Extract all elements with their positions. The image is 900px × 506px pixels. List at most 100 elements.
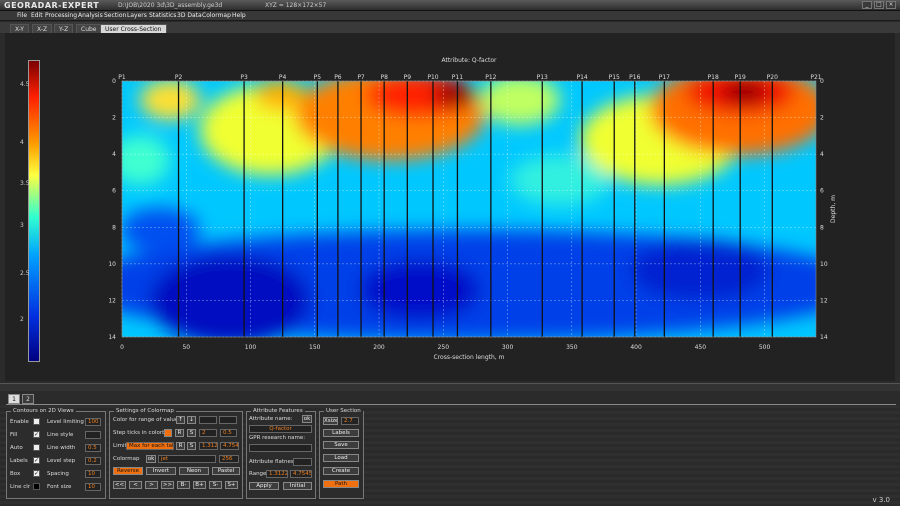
limit-max-field[interactable]: 4.75455 xyxy=(220,442,239,450)
step-b-field[interactable]: 0.5 xyxy=(220,429,237,437)
create-button[interactable]: Create xyxy=(323,467,359,475)
contours-panel-title: Contours on 2D Views xyxy=(11,408,76,414)
heatmap-field xyxy=(122,81,816,337)
contour-option-checkbox[interactable] xyxy=(33,444,40,451)
step-ticks-label: Step ticks in colorbar xyxy=(113,430,172,436)
gpr-research-field[interactable] xyxy=(249,444,312,452)
y-tick-label-left: 8 xyxy=(112,224,116,231)
pastel-button[interactable]: Pastel xyxy=(212,467,240,475)
limit-mode-select[interactable]: Max for each tab xyxy=(126,442,174,450)
y-tick-label-right: 6 xyxy=(820,188,824,195)
colormap-nav-button[interactable]: S+ xyxy=(225,481,238,489)
profile-point-label: P17 xyxy=(659,74,670,81)
x-tick-label: 200 xyxy=(373,344,385,351)
x-tick-label: 450 xyxy=(695,344,707,351)
colormap-nav-button[interactable]: S- xyxy=(209,481,222,489)
y-tick-label-right: 12 xyxy=(820,297,828,304)
colormap-nav-button[interactable]: B+ xyxy=(193,481,206,489)
profile-point-label: P7 xyxy=(357,74,365,81)
attribute-flatness-field[interactable] xyxy=(293,458,312,466)
colormap-nav-button[interactable]: B- xyxy=(177,481,190,489)
user-section-panel-title: User Section xyxy=(324,408,363,414)
y-tick-label-right: 8 xyxy=(820,224,824,231)
colormap-panel-title: Settings of Colormap xyxy=(114,408,176,414)
step-swatch[interactable] xyxy=(164,429,172,437)
profile-point-label: P2 xyxy=(175,74,183,81)
contour-setting-label: Level limiting xyxy=(47,419,84,425)
initial-button[interactable]: Initial xyxy=(283,482,312,490)
chart-title: Attribute: Q-factor xyxy=(441,57,497,64)
page-tab-2[interactable]: 2 xyxy=(22,394,34,404)
attribute-name-field[interactable]: Q-factor xyxy=(249,425,312,433)
status-strip xyxy=(0,383,900,391)
colormap-nav-button[interactable]: > xyxy=(145,481,158,489)
invert-button[interactable]: Invert xyxy=(146,467,176,475)
color-range-field-2[interactable] xyxy=(219,416,237,424)
neon-button[interactable]: Neon xyxy=(179,467,209,475)
contour-setting-field[interactable] xyxy=(85,431,101,439)
profile-point-label: P6 xyxy=(334,74,342,81)
contour-setting-label: Spacing xyxy=(47,471,69,477)
page-tab-1[interactable]: 1 xyxy=(8,394,20,404)
profile-point-label: P1 xyxy=(118,74,126,81)
path-button[interactable]: Path xyxy=(323,480,359,488)
y-tick-label-left: 4 xyxy=(112,151,116,158)
limit-r-button[interactable]: R xyxy=(176,442,185,450)
contour-option-checkbox[interactable]: ✓ xyxy=(33,457,40,464)
contour-option-checkbox[interactable]: ✓ xyxy=(33,431,40,438)
reverse-button[interactable]: Reverse xyxy=(113,467,143,475)
profile-point-label: P5 xyxy=(314,74,322,81)
contour-setting-label: Font size xyxy=(47,484,72,490)
contour-setting-field[interactable]: 10 xyxy=(85,483,101,491)
contour-option-label: Auto xyxy=(10,445,23,451)
y-tick-label-left: 10 xyxy=(108,261,116,268)
contour-option-label: Enable xyxy=(10,419,29,425)
color-range-field[interactable] xyxy=(199,416,217,424)
contour-setting-label: Line width xyxy=(47,445,76,451)
colormap-ok-button[interactable]: ok xyxy=(146,455,156,463)
profile-point-label: P3 xyxy=(240,74,248,81)
colormap-nav-button[interactable]: << xyxy=(113,481,126,489)
attribute-ok-button[interactable]: ok xyxy=(302,415,312,423)
version-label: v 3.0 xyxy=(872,496,891,504)
colormap-n-field[interactable]: 256 xyxy=(219,455,239,463)
limit-s-button[interactable]: S xyxy=(187,442,196,450)
step-r-button[interactable]: R xyxy=(175,429,184,437)
colormap-nav-button[interactable]: >> xyxy=(161,481,174,489)
load-button[interactable]: Load xyxy=(323,454,359,462)
color-range-up-button[interactable]: ↑ xyxy=(176,416,185,424)
page-tabs: 1 2 xyxy=(6,393,896,405)
step-a-field[interactable]: 2 xyxy=(199,429,217,437)
cross-section-chart: P1 P2 P3 P4 P5 P6 P7 P8 P9 P10 P11 P12 P13 P14 P15 P16 P… xyxy=(108,57,837,361)
contour-option-checkbox[interactable] xyxy=(33,418,40,425)
x-tick-label: 100 xyxy=(245,344,257,351)
y-tick-label-right: 4 xyxy=(820,151,824,158)
xsize-field[interactable]: 2.7 xyxy=(341,417,359,425)
colormap-select[interactable]: jet xyxy=(158,455,216,463)
range-max-field[interactable]: 4.75455 xyxy=(290,470,312,478)
save-button[interactable]: Save xyxy=(323,441,359,449)
colormap-nav-button[interactable]: < xyxy=(129,481,142,489)
contour-option-checkbox[interactable] xyxy=(33,483,40,490)
step-s-button[interactable]: S xyxy=(187,429,196,437)
color-range-down-button[interactable]: ↓ xyxy=(187,416,196,424)
limit-min-field[interactable]: 1.31225 xyxy=(199,442,218,450)
apply-button[interactable]: Apply xyxy=(249,482,279,490)
profile-point-label: P9 xyxy=(404,74,412,81)
attribute-panel-title: Attribute Features xyxy=(251,408,305,414)
y-tick-label-left: 0 xyxy=(112,78,116,85)
contour-option-label: Line clr xyxy=(10,484,31,490)
profile-point-label: P11 xyxy=(452,74,463,81)
x-tick-label: 400 xyxy=(630,344,642,351)
contour-option-checkbox[interactable]: ✓ xyxy=(33,470,40,477)
y-tick-label-left: 14 xyxy=(108,334,116,341)
range-min-field[interactable]: 1.31225 xyxy=(266,470,288,478)
contour-setting-field[interactable]: 100 xyxy=(85,418,101,426)
contour-setting-field[interactable]: 0.5 xyxy=(85,444,101,452)
profile-point-label: P15 xyxy=(609,74,620,81)
labels-button[interactable]: Labels xyxy=(323,429,359,437)
contour-setting-field[interactable]: 0.2 xyxy=(85,457,101,465)
profile-point-label: P19 xyxy=(735,74,746,81)
x-tick-label: 250 xyxy=(438,344,450,351)
contour-setting-field[interactable]: 10 xyxy=(85,470,101,478)
